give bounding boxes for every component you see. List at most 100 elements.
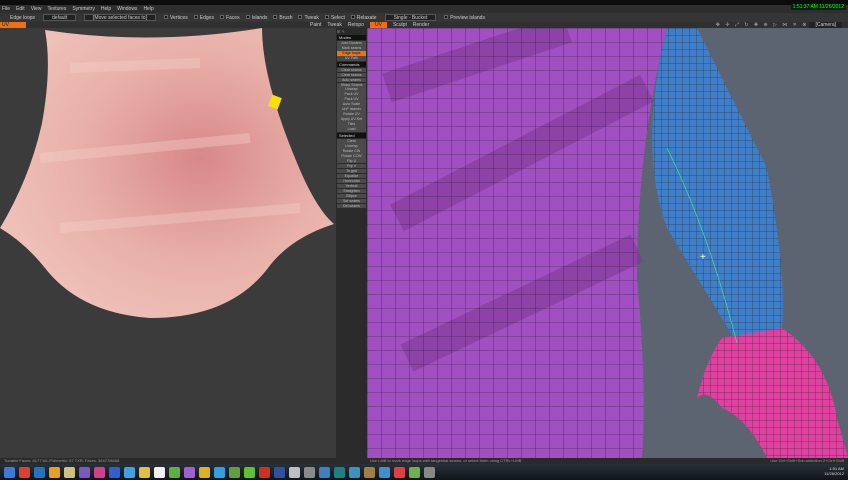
panel-button[interactable]: UV Path xyxy=(337,55,366,61)
taskbar-app-icon[interactable] xyxy=(139,466,150,478)
taskbar-app-icon[interactable] xyxy=(169,466,180,478)
checkbox-brush[interactable]: Brush xyxy=(273,15,292,21)
checkbox-box[interactable] xyxy=(324,15,329,20)
panel-button[interactable]: Horizontal xyxy=(337,178,366,184)
taskbar-app-icon[interactable] xyxy=(49,466,60,478)
checkbox-tweak[interactable]: Tweak xyxy=(298,15,319,21)
selected-header[interactable]: Selected xyxy=(337,132,366,138)
taskbar-app-icon[interactable] xyxy=(274,466,285,478)
panel-button[interactable]: Edge loops xyxy=(337,50,366,56)
taskbar-app-icon[interactable] xyxy=(34,466,45,478)
taskbar-app-icon[interactable] xyxy=(244,466,255,478)
checkbox-islands[interactable]: Islands xyxy=(245,15,267,21)
panel-button[interactable]: Flip U xyxy=(337,158,366,164)
uv-island xyxy=(0,28,334,318)
menu-item[interactable]: Edit xyxy=(16,6,25,12)
panel-button[interactable]: Unwrap xyxy=(337,87,366,93)
panel-button[interactable]: Pack UV xyxy=(337,92,366,98)
menu-item[interactable]: Symmetry xyxy=(72,6,95,12)
checkbox-relaxate[interactable]: Relaxate xyxy=(350,15,377,21)
panel-button[interactable]: Unwrap xyxy=(337,143,366,149)
taskbar-app-icon[interactable] xyxy=(4,466,15,478)
preview-islands-checkbox[interactable]: Preview islands xyxy=(444,15,485,21)
panel-button[interactable]: Mark seams xyxy=(337,45,366,51)
taskbar-app-icon[interactable] xyxy=(394,466,405,478)
panel-button[interactable]: Sharp Seams xyxy=(337,82,366,88)
taskbar-app-icon[interactable] xyxy=(349,466,360,478)
taskbar-app-icon[interactable] xyxy=(184,466,195,478)
panel-button[interactable]: Flip V xyxy=(337,163,366,169)
uv-viewport[interactable] xyxy=(0,28,336,458)
checkbox-box[interactable] xyxy=(273,15,278,20)
menu-item[interactable]: Windows xyxy=(117,6,137,12)
taskbar-app-icon[interactable] xyxy=(364,466,375,478)
panel-button[interactable]: Ellipse xyxy=(337,193,366,199)
taskbar-app-icon[interactable] xyxy=(19,466,30,478)
taskbar-app-icon[interactable] xyxy=(379,466,390,478)
panel-button[interactable]: Load xyxy=(337,127,366,132)
taskbar-app-icon[interactable] xyxy=(124,466,135,478)
taskbar-app-icon[interactable] xyxy=(154,466,165,478)
panel-button[interactable]: Clear xyxy=(337,138,366,144)
menu-item[interactable]: Textures xyxy=(47,6,66,12)
system-tray: 1:51 AM 11/26/2012 xyxy=(824,466,844,476)
toolbar: Edge loops default [Move selected faces … xyxy=(0,13,848,22)
menu-item[interactable]: Help xyxy=(143,6,153,12)
tray-date: 11/26/2012 xyxy=(824,471,844,476)
checkbox-select[interactable]: Select xyxy=(324,15,345,21)
taskbar-app-icon[interactable] xyxy=(259,466,270,478)
panel-button[interactable]: Apply UV-Set xyxy=(337,117,366,122)
checkbox-edges[interactable]: Edges xyxy=(193,15,214,21)
taskbar-app-icon[interactable] xyxy=(289,466,300,478)
panel-button[interactable]: Auto Scale xyxy=(337,102,366,108)
panel-button[interactable]: Equalize xyxy=(337,173,366,179)
taskbar-app-icon[interactable] xyxy=(424,466,435,478)
panel-button[interactable]: UnF Islands xyxy=(337,107,366,113)
preset-select[interactable]: default xyxy=(43,14,77,21)
taskbar-app-icon[interactable] xyxy=(214,466,225,478)
taskbar-app-icon[interactable] xyxy=(64,466,75,478)
taskbar-app-icon[interactable] xyxy=(94,466,105,478)
taskbar-app-icon[interactable] xyxy=(79,466,90,478)
3d-viewport[interactable]: + xyxy=(367,28,848,458)
taskbar-app-icon[interactable] xyxy=(319,466,330,478)
panel-button[interactable]: Auto seams xyxy=(337,77,366,83)
taskbar-app-icon[interactable] xyxy=(229,466,240,478)
checkbox-box[interactable] xyxy=(163,15,168,20)
panel-button[interactable]: To grid xyxy=(337,168,366,174)
panel-button[interactable]: Rotate UV xyxy=(337,112,366,117)
taskbar-app-icon[interactable] xyxy=(304,466,315,478)
panel-button[interactable]: Tiles xyxy=(337,122,366,127)
panel-button[interactable]: Add Clusters xyxy=(337,41,366,46)
panel-button[interactable]: Clear seams xyxy=(337,72,366,78)
menu-item[interactable]: Help xyxy=(101,6,111,12)
panel-button[interactable]: Clear seams xyxy=(337,67,366,73)
checkbox-box[interactable] xyxy=(193,15,198,20)
checkbox-box[interactable] xyxy=(298,15,303,20)
modes-header[interactable]: Modes xyxy=(337,35,366,40)
panel-button[interactable]: Rotate CW xyxy=(337,148,366,154)
taskbar-app-icon[interactable] xyxy=(109,466,120,478)
panel-button[interactable]: Rotate CCW xyxy=(337,153,366,159)
mode-select[interactable]: [Move selected faces to] xyxy=(84,14,156,21)
checkbox-box[interactable] xyxy=(245,15,250,20)
checkbox-box[interactable] xyxy=(219,15,224,20)
panel-button[interactable]: Vertical xyxy=(337,183,366,189)
checkbox-faces[interactable]: Faces xyxy=(219,15,240,21)
character-model: + xyxy=(367,28,848,458)
tool-name[interactable]: Edge loops xyxy=(2,15,35,21)
panel-button[interactable]: Straighten xyxy=(337,188,366,194)
menu-item[interactable]: View xyxy=(31,6,42,12)
menu-bar: File Edit View Textures Symmetry Help Windows H… xyxy=(0,5,848,13)
taskbar-app-icon[interactable] xyxy=(199,466,210,478)
panel-button[interactable]: Del seams xyxy=(337,203,366,209)
checkbox-vertices[interactable]: Vertices xyxy=(163,15,188,21)
commands-header[interactable]: Commands xyxy=(337,61,366,67)
menu-item[interactable]: File xyxy=(2,6,10,12)
panel-button[interactable]: Set seams xyxy=(337,198,366,204)
taskbar-app-icon[interactable] xyxy=(334,466,345,478)
checkbox-box[interactable] xyxy=(350,15,355,20)
panel-button[interactable]: Pack UV xyxy=(337,97,366,103)
group-select[interactable]: Single - Bucket xyxy=(384,14,437,21)
taskbar-app-icon[interactable] xyxy=(409,466,420,478)
